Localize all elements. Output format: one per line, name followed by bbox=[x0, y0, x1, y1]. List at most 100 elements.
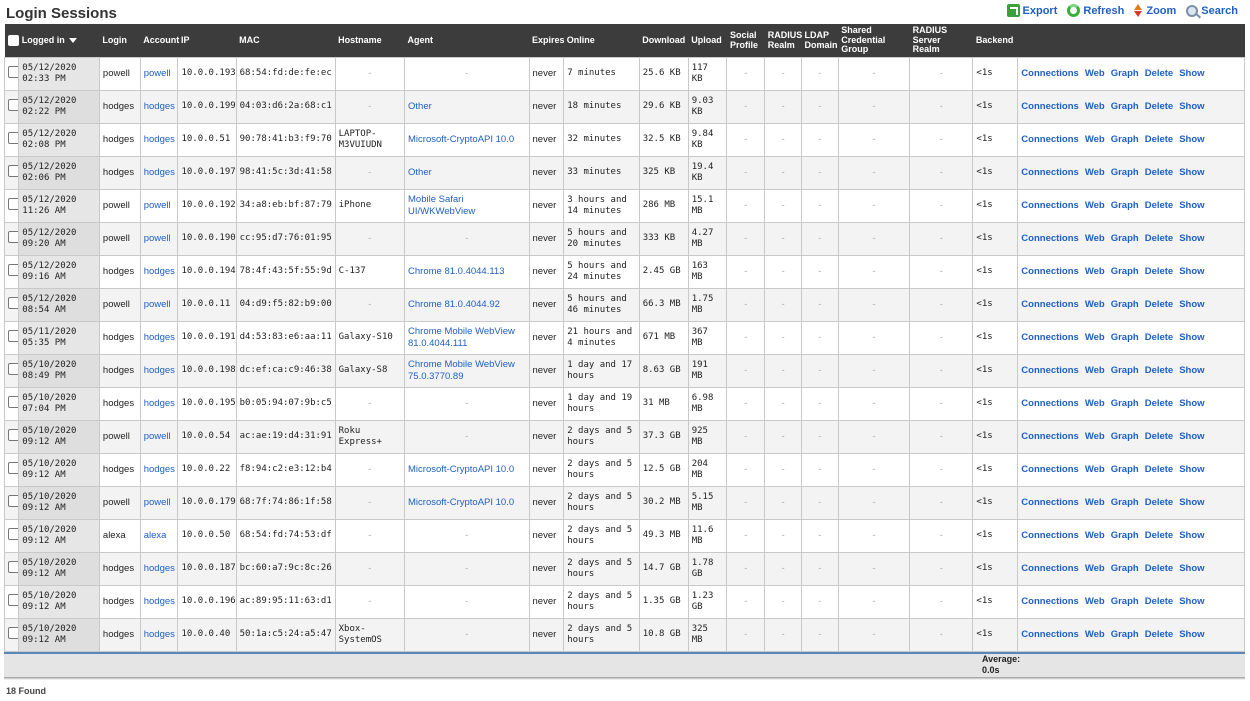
row-action-show-link[interactable]: Show bbox=[1179, 365, 1204, 376]
col-download[interactable]: Download bbox=[639, 24, 689, 58]
row-action-web-link[interactable]: Web bbox=[1085, 233, 1105, 244]
row-action-show-link[interactable]: Show bbox=[1179, 596, 1204, 607]
row-checkbox[interactable] bbox=[8, 231, 18, 244]
row-action-graph-link[interactable]: Graph bbox=[1111, 563, 1139, 574]
cell-account[interactable]: powell bbox=[139, 420, 179, 454]
col-login[interactable]: Login bbox=[99, 24, 141, 58]
cell-agent[interactable]: Chrome Mobile WebView 81.0.4044.111 bbox=[404, 321, 530, 355]
row-action-web-link[interactable]: Web bbox=[1085, 332, 1105, 343]
row-action-graph-link[interactable]: Graph bbox=[1111, 266, 1139, 277]
row-action-delete-link[interactable]: Delete bbox=[1145, 398, 1174, 409]
row-action-graph-link[interactable]: Graph bbox=[1111, 134, 1139, 145]
cell-account[interactable]: hodges bbox=[139, 255, 179, 289]
cell-agent[interactable]: Microsoft-CryptoAPI 10.0 bbox=[404, 486, 530, 520]
row-action-connections-link[interactable]: Connections bbox=[1021, 200, 1079, 211]
cell-account[interactable]: hodges bbox=[139, 387, 179, 421]
row-action-show-link[interactable]: Show bbox=[1179, 398, 1204, 409]
row-action-show-link[interactable]: Show bbox=[1179, 101, 1204, 112]
row-checkbox[interactable] bbox=[8, 561, 18, 574]
row-action-web-link[interactable]: Web bbox=[1085, 398, 1105, 409]
cell-agent[interactable]: Microsoft-CryptoAPI 10.0 bbox=[404, 123, 530, 157]
row-checkbox[interactable] bbox=[8, 528, 18, 541]
row-action-graph-link[interactable]: Graph bbox=[1111, 233, 1139, 244]
row-action-delete-link[interactable]: Delete bbox=[1145, 266, 1174, 277]
col-backend[interactable]: Backend bbox=[972, 24, 1018, 58]
cell-account[interactable]: powell bbox=[139, 486, 179, 520]
col-hostname[interactable]: Hostname bbox=[335, 24, 405, 58]
col-social-profile[interactable]: Social Profile bbox=[726, 24, 765, 58]
cell-account[interactable]: hodges bbox=[139, 585, 179, 619]
row-action-connections-link[interactable]: Connections bbox=[1021, 431, 1079, 442]
col-ip[interactable]: IP bbox=[177, 24, 237, 58]
col-upload[interactable]: Upload bbox=[688, 24, 727, 58]
row-action-web-link[interactable]: Web bbox=[1085, 134, 1105, 145]
row-action-delete-link[interactable]: Delete bbox=[1145, 200, 1174, 211]
row-checkbox[interactable] bbox=[8, 66, 18, 79]
row-checkbox[interactable] bbox=[8, 330, 18, 343]
row-checkbox[interactable] bbox=[8, 165, 18, 178]
cell-account[interactable]: hodges bbox=[139, 552, 179, 586]
cell-account[interactable]: hodges bbox=[139, 90, 179, 124]
row-checkbox[interactable] bbox=[8, 594, 18, 607]
row-action-graph-link[interactable]: Graph bbox=[1111, 398, 1139, 409]
row-action-show-link[interactable]: Show bbox=[1179, 68, 1204, 79]
row-action-show-link[interactable]: Show bbox=[1179, 233, 1204, 244]
row-action-web-link[interactable]: Web bbox=[1085, 200, 1105, 211]
row-action-connections-link[interactable]: Connections bbox=[1021, 629, 1079, 640]
cell-agent[interactable]: Chrome 81.0.4044.113 bbox=[404, 255, 530, 289]
row-action-web-link[interactable]: Web bbox=[1085, 68, 1105, 79]
row-action-graph-link[interactable]: Graph bbox=[1111, 530, 1139, 541]
row-action-graph-link[interactable]: Graph bbox=[1111, 68, 1139, 79]
row-action-connections-link[interactable]: Connections bbox=[1021, 233, 1079, 244]
col-online[interactable]: Online bbox=[563, 24, 640, 58]
row-action-connections-link[interactable]: Connections bbox=[1021, 398, 1079, 409]
row-action-graph-link[interactable]: Graph bbox=[1111, 332, 1139, 343]
row-action-show-link[interactable]: Show bbox=[1179, 629, 1204, 640]
row-action-delete-link[interactable]: Delete bbox=[1145, 365, 1174, 376]
row-action-show-link[interactable]: Show bbox=[1179, 497, 1204, 508]
row-action-web-link[interactable]: Web bbox=[1085, 629, 1105, 640]
cell-account[interactable]: powell bbox=[139, 288, 179, 322]
row-checkbox[interactable] bbox=[8, 264, 18, 277]
row-action-connections-link[interactable]: Connections bbox=[1021, 101, 1079, 112]
cell-agent[interactable]: Chrome Mobile WebView 75.0.3770.89 bbox=[404, 354, 530, 388]
zoom-button[interactable]: Zoom bbox=[1134, 4, 1176, 17]
cell-agent[interactable]: Chrome 81.0.4044.92 bbox=[404, 288, 530, 322]
row-action-delete-link[interactable]: Delete bbox=[1145, 134, 1174, 145]
row-action-show-link[interactable]: Show bbox=[1179, 134, 1204, 145]
row-checkbox[interactable] bbox=[8, 396, 18, 409]
col-radius-realm[interactable]: RADIUS Realm bbox=[764, 24, 802, 58]
row-checkbox[interactable] bbox=[8, 198, 18, 211]
row-action-delete-link[interactable]: Delete bbox=[1145, 431, 1174, 442]
row-action-graph-link[interactable]: Graph bbox=[1111, 431, 1139, 442]
row-action-show-link[interactable]: Show bbox=[1179, 299, 1204, 310]
cell-agent[interactable]: Microsoft-CryptoAPI 10.0 bbox=[404, 453, 530, 487]
cell-account[interactable]: hodges bbox=[139, 354, 179, 388]
row-action-delete-link[interactable]: Delete bbox=[1145, 233, 1174, 244]
row-action-delete-link[interactable]: Delete bbox=[1145, 299, 1174, 310]
row-action-graph-link[interactable]: Graph bbox=[1111, 629, 1139, 640]
row-checkbox[interactable] bbox=[8, 462, 18, 475]
row-action-delete-link[interactable]: Delete bbox=[1145, 332, 1174, 343]
cell-agent[interactable]: Other bbox=[404, 156, 530, 190]
cell-agent[interactable]: Other bbox=[404, 90, 530, 124]
row-action-web-link[interactable]: Web bbox=[1085, 266, 1105, 277]
row-action-web-link[interactable]: Web bbox=[1085, 101, 1105, 112]
row-checkbox[interactable] bbox=[8, 627, 18, 640]
cell-account[interactable]: powell bbox=[139, 222, 179, 256]
row-checkbox[interactable] bbox=[8, 99, 18, 112]
row-action-connections-link[interactable]: Connections bbox=[1021, 266, 1079, 277]
col-account[interactable]: Account bbox=[140, 24, 179, 58]
cell-account[interactable]: powell bbox=[139, 189, 179, 223]
row-action-show-link[interactable]: Show bbox=[1179, 200, 1204, 211]
cell-account[interactable]: hodges bbox=[139, 156, 179, 190]
col-radius-server-realm[interactable]: RADIUS Server Realm bbox=[909, 24, 973, 58]
row-action-connections-link[interactable]: Connections bbox=[1021, 563, 1079, 574]
row-action-delete-link[interactable]: Delete bbox=[1145, 497, 1174, 508]
row-action-web-link[interactable]: Web bbox=[1085, 431, 1105, 442]
row-action-show-link[interactable]: Show bbox=[1179, 431, 1204, 442]
row-action-delete-link[interactable]: Delete bbox=[1145, 167, 1174, 178]
row-action-show-link[interactable]: Show bbox=[1179, 530, 1204, 541]
col-agent[interactable]: Agent bbox=[404, 24, 530, 58]
cell-agent[interactable]: Mobile Safari UI/WKWebView bbox=[404, 189, 530, 223]
